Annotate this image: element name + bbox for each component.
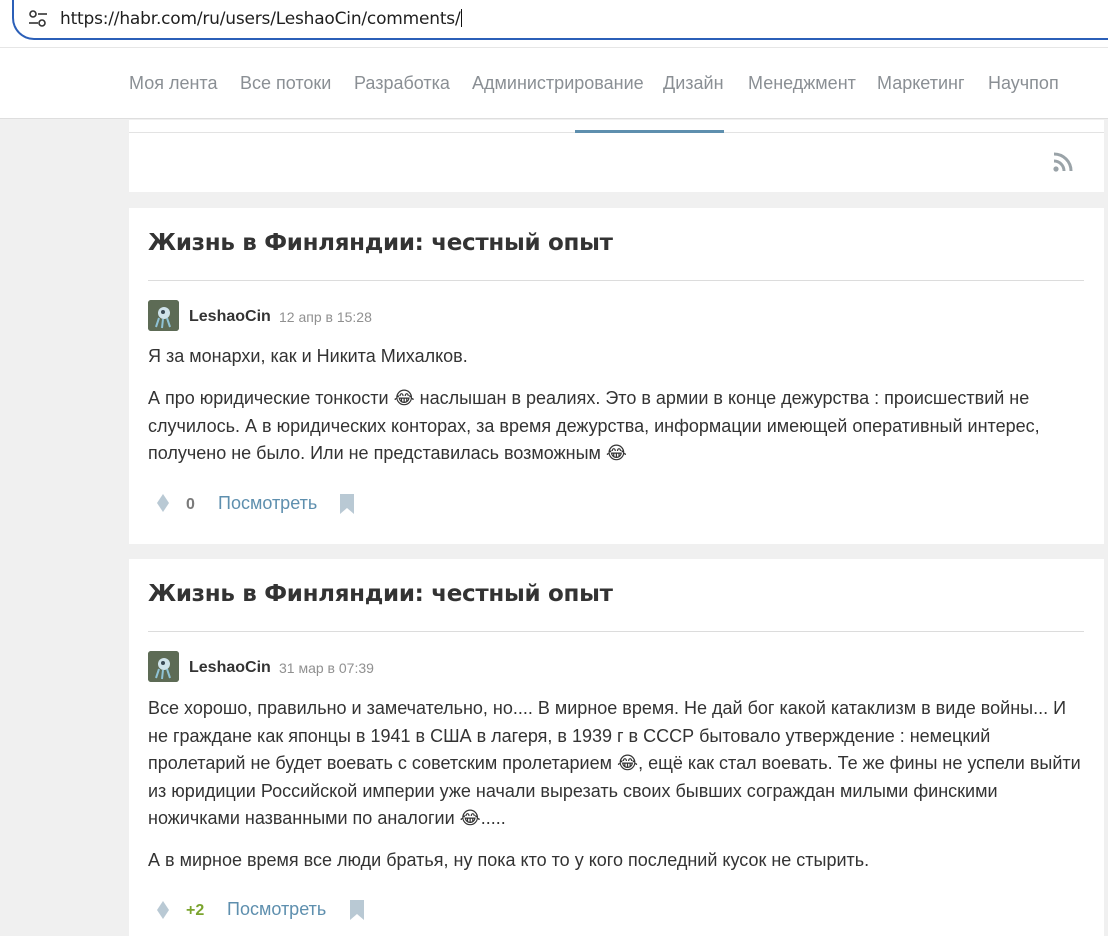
nav-item-administration[interactable]: Администрирование (472, 73, 644, 94)
tune-icon[interactable] (28, 10, 48, 28)
nav-item-design[interactable]: Дизайн (663, 73, 724, 94)
laughing-emoji-icon: 😂 (617, 753, 639, 774)
comment-card: Жизнь в Финляндии: честный опыт LeshaoCi… (129, 208, 1104, 544)
profile-tabs-panel (129, 120, 1104, 192)
card-divider (148, 631, 1084, 632)
hubs-navigation: Моя лента Все потоки Разработка Админист… (0, 47, 1108, 119)
post-title-link[interactable]: Жизнь в Финляндии: честный опыт (148, 230, 613, 256)
nav-item-development[interactable]: Разработка (354, 73, 450, 94)
comment-date[interactable]: 31 мар в 07:39 (279, 660, 374, 676)
nav-item-popsci[interactable]: Научпоп (988, 73, 1059, 94)
laughing-emoji-icon: 😂 (605, 443, 627, 464)
bookmark-icon[interactable] (339, 493, 355, 515)
text-fragment: ..... (480, 808, 506, 828)
comment-date[interactable]: 12 апр в 15:28 (279, 309, 372, 325)
avatar-image-icon (148, 300, 179, 331)
url-field[interactable]: https://habr.com/ru/users/LeshaoCin/comm… (12, 0, 1108, 40)
comment-text: А в мирное время все люди братья, ну пок… (148, 850, 870, 870)
laughing-emoji-icon: 😂 (459, 808, 481, 829)
nav-item-all-streams[interactable]: Все потоки (240, 73, 331, 94)
active-tab-indicator (575, 130, 724, 133)
comment-author[interactable]: LeshaoCin (189, 308, 271, 326)
comment-text: Я за монархи, как и Никита Михалков. (148, 346, 468, 366)
comment-text: Все хорошо, правильно и замечательно, но… (148, 695, 1088, 833)
nav-item-marketing[interactable]: Маркетинг (877, 73, 965, 94)
card-divider (148, 280, 1084, 281)
laughing-emoji-icon: 😂 (393, 388, 415, 409)
comment-score: +2 (186, 902, 205, 919)
comment-text: А про юридические тонкости 😂 наслышан в … (148, 385, 1088, 468)
url-text[interactable]: https://habr.com/ru/users/LeshaoCin/comm… (60, 9, 463, 29)
bookmark-icon[interactable] (349, 899, 365, 921)
post-title-link[interactable]: Жизнь в Финляндии: честный опыт (148, 581, 613, 607)
view-comment-link[interactable]: Посмотреть (227, 899, 326, 920)
avatar[interactable] (148, 300, 179, 331)
avatar-image-icon (148, 651, 179, 682)
avatar[interactable] (148, 651, 179, 682)
nav-item-management[interactable]: Менеджмент (748, 73, 856, 94)
comment-card: Жизнь в Финляндии: честный опыт LeshaoCi… (129, 559, 1104, 936)
rss-icon[interactable] (1051, 150, 1075, 174)
view-comment-link[interactable]: Посмотреть (218, 493, 317, 514)
vote-icon[interactable] (155, 900, 171, 920)
comment-author[interactable]: LeshaoCin (189, 659, 271, 677)
nav-item-my-feed[interactable]: Моя лента (129, 73, 217, 94)
browser-address-bar: https://habr.com/ru/users/LeshaoCin/comm… (0, 0, 1108, 47)
text-caret (461, 9, 463, 27)
vote-icon[interactable] (155, 493, 171, 513)
text-fragment: А про юридические тонкости (148, 388, 394, 408)
comment-score: 0 (186, 496, 195, 513)
